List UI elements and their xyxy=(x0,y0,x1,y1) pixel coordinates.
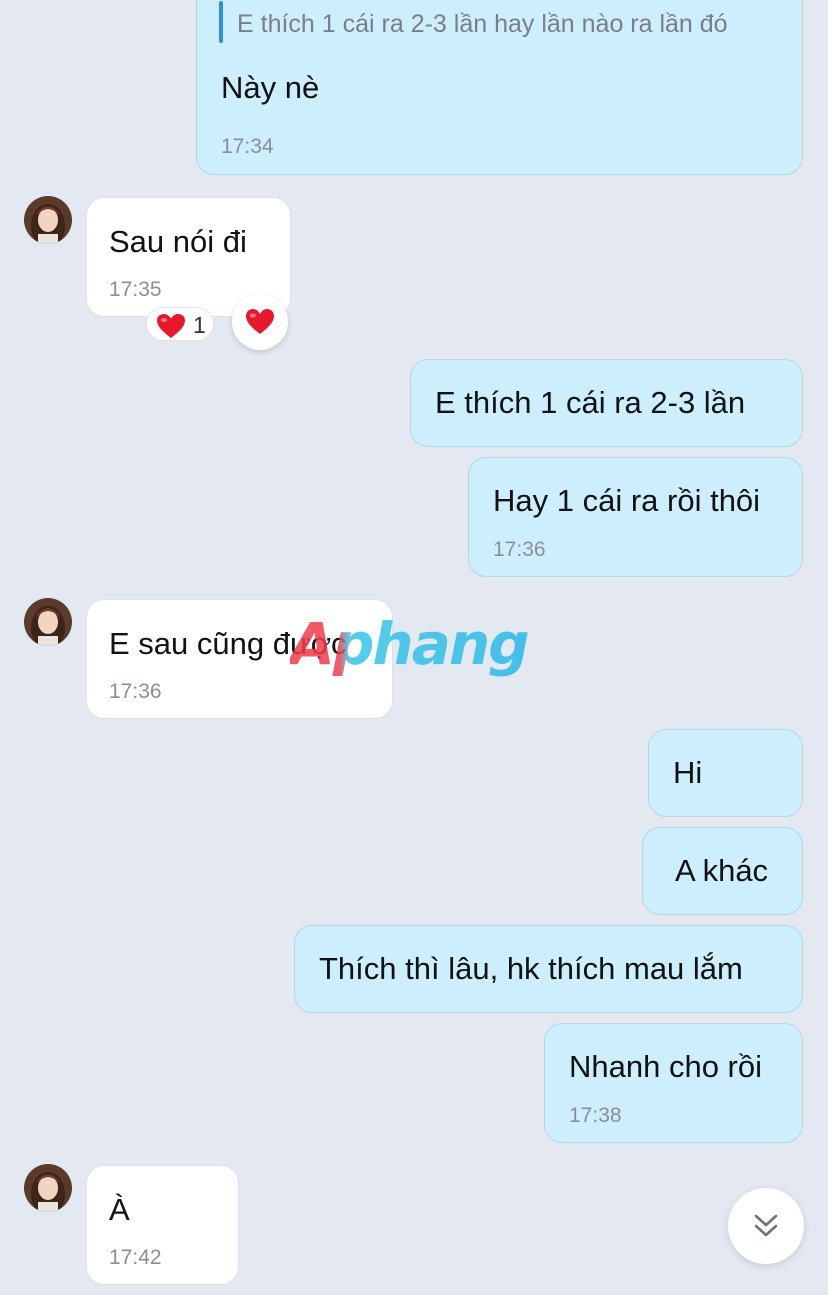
message-text: Sau nói đi xyxy=(109,224,247,259)
message-time: 17:34 xyxy=(221,135,274,158)
react-button[interactable] xyxy=(232,294,288,350)
message-bubble-outgoing[interactable]: Thích thì lâu, hk thích mau lắm xyxy=(294,925,803,1013)
message-time: 17:36 xyxy=(109,680,162,703)
message-text: E thích 1 cái ra 2-3 lần xyxy=(435,385,746,420)
message-text: A khác xyxy=(675,853,769,888)
message-bubble-outgoing[interactable]: Hay 1 cái ra rồi thôi 17:36 xyxy=(468,457,803,577)
message-text: Thích thì lâu, hk thích mau lắm xyxy=(319,951,743,986)
message-time: 17:36 xyxy=(493,538,546,561)
reaction-count-pill[interactable]: 1 xyxy=(146,307,214,341)
chevron-double-down-icon xyxy=(754,1214,778,1237)
message-text: Này nè xyxy=(221,70,320,105)
scroll-to-bottom-button[interactable] xyxy=(728,1188,804,1264)
message-bubble-outgoing[interactable]: E thích 1 cái ra 2-3 lần xyxy=(410,359,803,447)
message-text: À xyxy=(109,1192,130,1227)
message-bubble-outgoing[interactable]: Hi xyxy=(648,729,803,817)
message-time: 17:35 xyxy=(109,278,162,301)
heart-icon xyxy=(157,314,185,338)
message-bubble-outgoing[interactable]: A khác xyxy=(642,827,803,915)
reply-quote-bar xyxy=(219,1,223,43)
avatar[interactable] xyxy=(24,598,72,646)
watermark-logo: Aphang xyxy=(286,610,540,687)
avatar[interactable] xyxy=(24,1164,72,1212)
reply-quote-text: E thích 1 cái ra 2-3 lần hay lần nào ra … xyxy=(237,10,728,38)
message-bubble-incoming[interactable]: À 17:42 xyxy=(86,1165,239,1285)
message-text: Nhanh cho rồi xyxy=(569,1049,763,1084)
message-bubble-outgoing[interactable]: Nhanh cho rồi 17:38 xyxy=(544,1023,803,1143)
watermark-text: Aphang xyxy=(290,612,528,678)
message-bubble-outgoing[interactable]: E thích 1 cái ra 2-3 lần hay lần nào ra … xyxy=(196,0,803,175)
message-text: Hi xyxy=(673,755,703,790)
message-time: 17:38 xyxy=(569,1104,622,1127)
reaction-count: 1 xyxy=(193,312,206,338)
message-text: Hay 1 cái ra rồi thôi xyxy=(493,483,761,518)
message-time: 17:42 xyxy=(109,1246,162,1269)
avatar[interactable] xyxy=(24,196,72,244)
heart-icon xyxy=(246,309,274,334)
